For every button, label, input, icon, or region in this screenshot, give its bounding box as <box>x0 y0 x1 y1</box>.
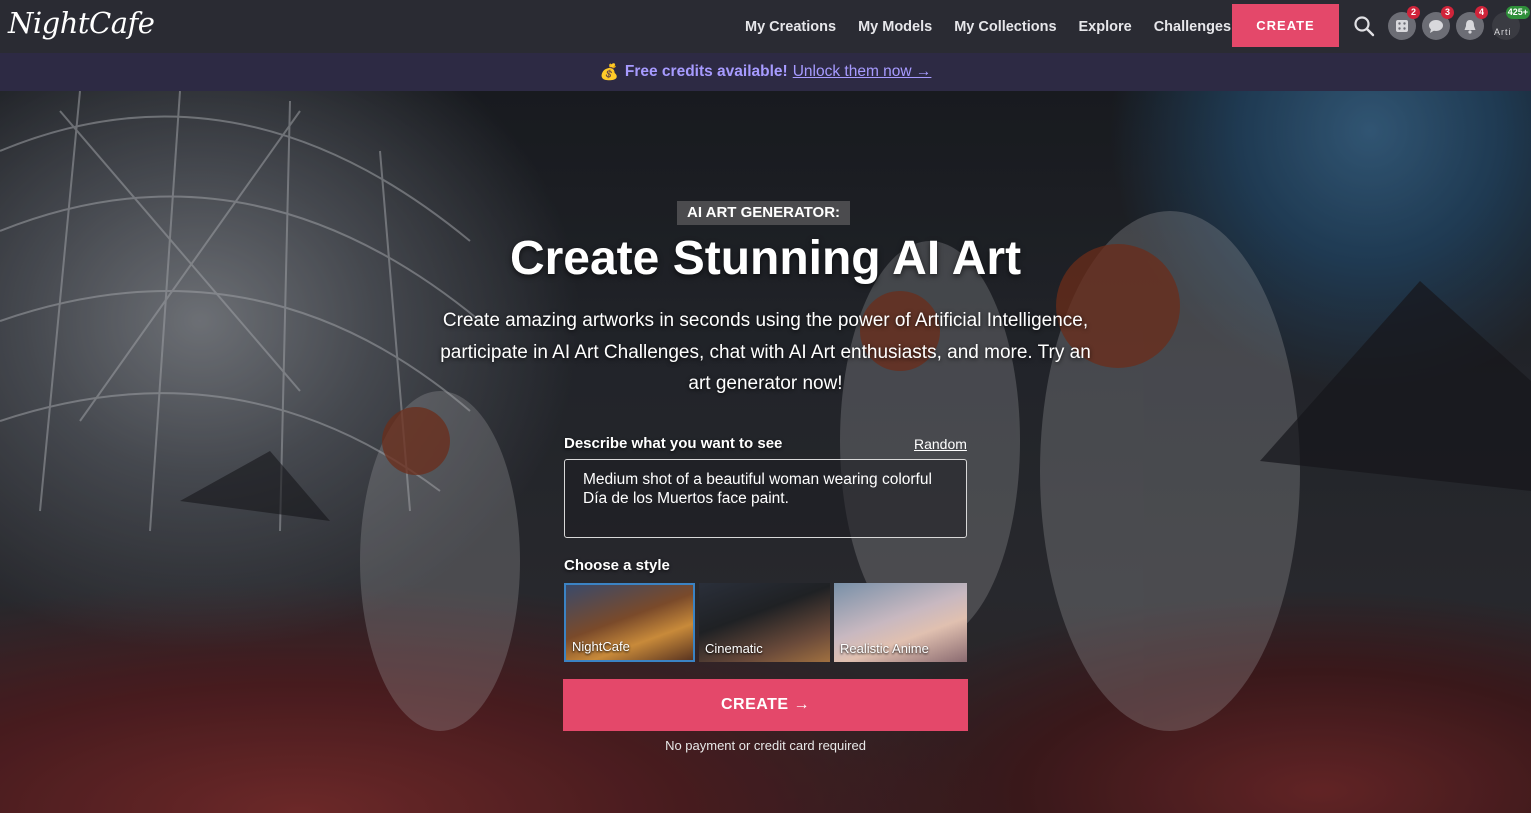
style-card-label: Cinematic <box>705 641 763 656</box>
style-card-cinematic[interactable]: Cinematic <box>699 583 830 662</box>
nightcafe-logo[interactable]: NightCafe <box>8 6 155 40</box>
dice-badge: 2 <box>1407 6 1420 19</box>
chat-badge: 3 <box>1441 6 1454 19</box>
hero-title: Create Stunning AI Art <box>509 232 1022 285</box>
unlock-credits-link[interactable]: Unlock them now → <box>793 63 932 81</box>
style-card-nightcafe[interactable]: NightCafe <box>564 583 695 662</box>
nav-my-models[interactable]: My Models <box>858 19 932 35</box>
main-nav: My Creations My Models My Collections Ex… <box>734 0 1242 53</box>
style-card-realistic-anime[interactable]: Realistic Anime <box>834 583 967 662</box>
hero-tag: AI ART GENERATOR: <box>677 201 851 225</box>
notifications-button[interactable]: 4 <box>1456 6 1488 40</box>
free-credits-text: Free credits available! <box>624 63 788 80</box>
search-icon[interactable] <box>1353 15 1375 37</box>
dice-icon <box>1396 20 1408 32</box>
style-card-label: Realistic Anime <box>840 641 929 656</box>
bell-icon <box>1464 19 1476 34</box>
chat-icon <box>1429 19 1443 33</box>
nav-explore[interactable]: Explore <box>1079 19 1132 35</box>
avatar-label: Arti <box>1494 27 1512 37</box>
chat-button[interactable]: 3 <box>1422 6 1454 40</box>
hero-section: AI ART GENERATOR: Create Stunning AI Art… <box>0 91 1531 813</box>
style-label: Choose a style <box>564 557 670 574</box>
nav-challenges[interactable]: Challenges <box>1154 19 1231 35</box>
style-card-label: NightCafe <box>572 639 630 654</box>
no-payment-note: No payment or credit card required <box>665 738 866 753</box>
describe-label: Describe what you want to see <box>564 435 783 452</box>
money-bag-icon: 💰 <box>599 63 619 81</box>
dice-button[interactable]: 2 <box>1388 6 1420 40</box>
random-prompt-link[interactable]: Random <box>914 436 967 452</box>
create-button-header[interactable]: CREATE <box>1232 4 1339 47</box>
notifications-badge: 4 <box>1475 6 1488 19</box>
create-button[interactable]: CREATE → <box>563 679 968 731</box>
prompt-input[interactable]: Medium shot of a beautiful woman wearing… <box>564 459 967 538</box>
nav-my-collections[interactable]: My Collections <box>954 19 1056 35</box>
nav-my-creations[interactable]: My Creations <box>745 19 836 35</box>
avatar-badge: 425+ <box>1505 6 1530 19</box>
hero-subtitle: Create amazing artworks in seconds using… <box>440 310 1091 394</box>
free-credits-banner: 💰 Free credits available! Unlock them no… <box>0 53 1531 91</box>
top-navbar: NightCafe My Creations My Models My Coll… <box>0 0 1531 53</box>
